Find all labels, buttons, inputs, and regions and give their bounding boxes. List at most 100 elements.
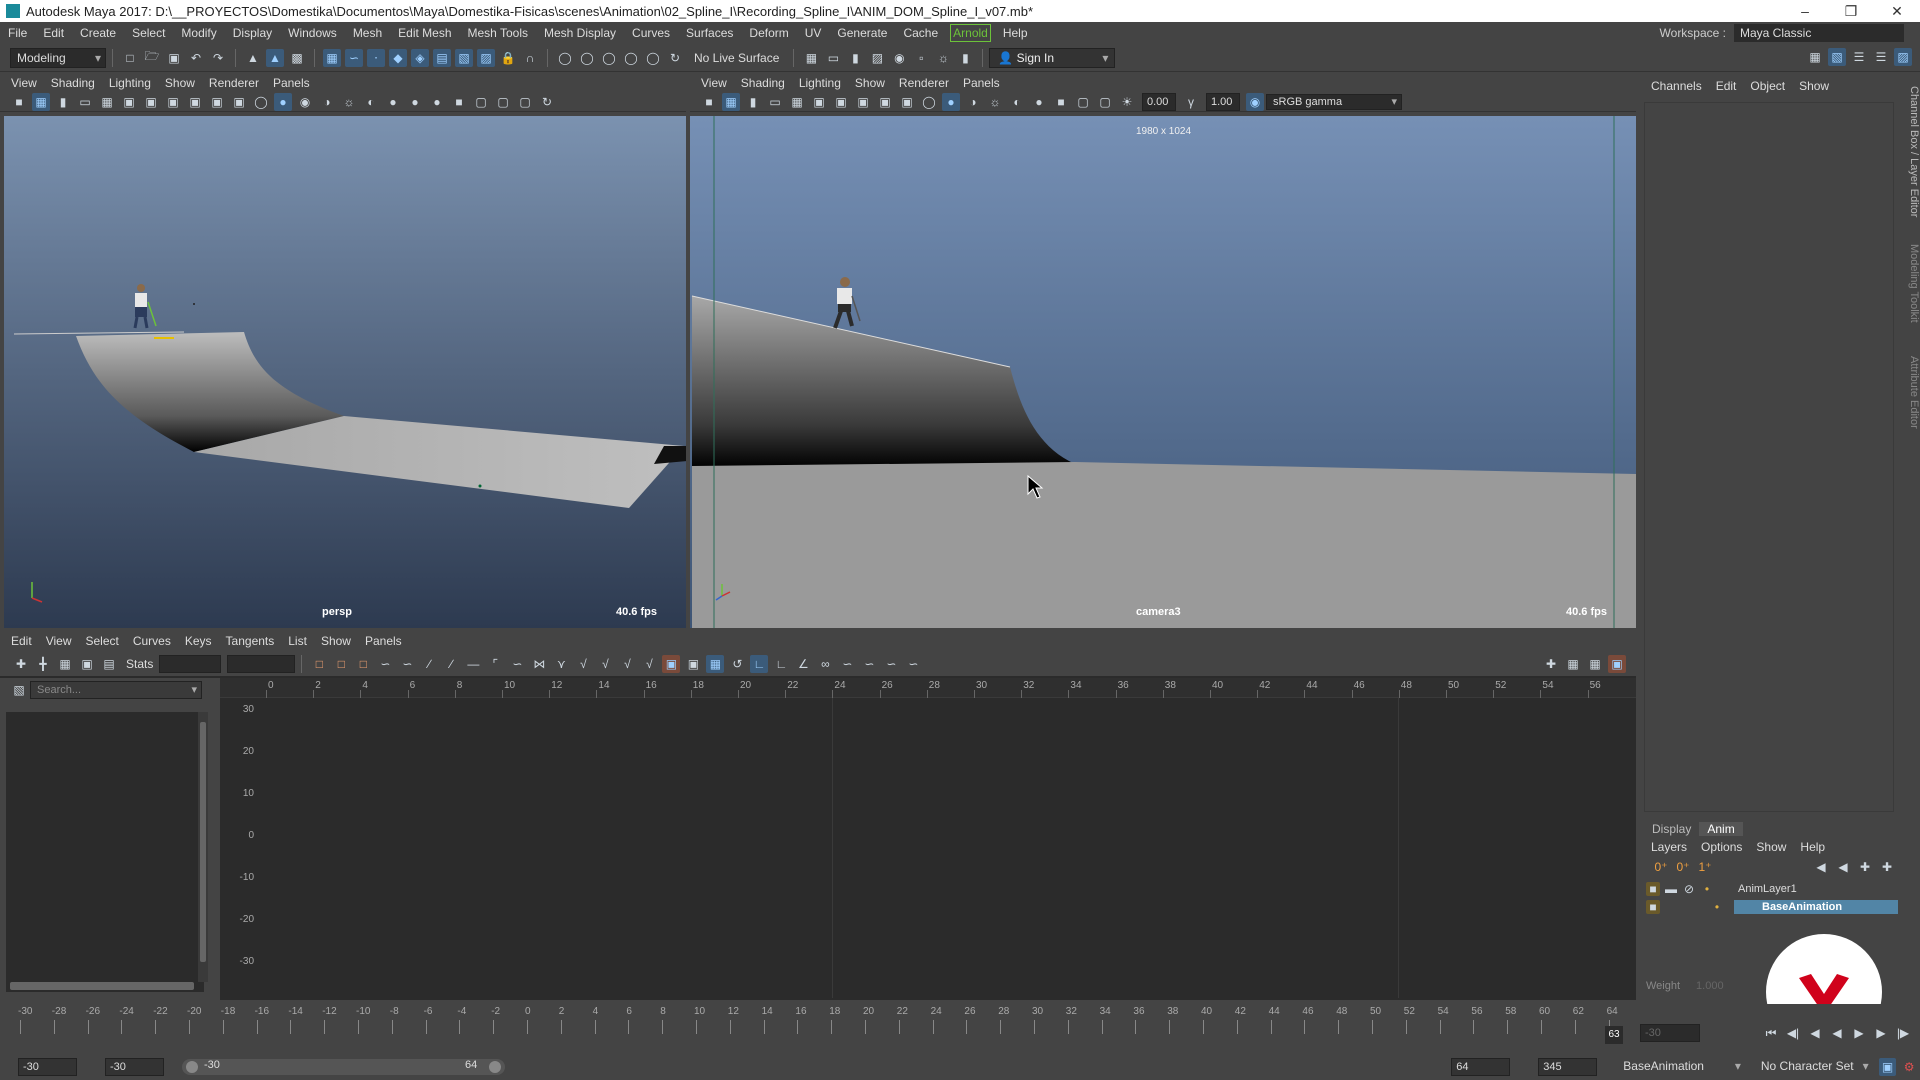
textured-icon[interactable]: ◑ xyxy=(318,93,336,111)
end-time-field[interactable]: 345 xyxy=(1538,1058,1598,1076)
oscillate-icon[interactable]: ∽ xyxy=(882,655,900,673)
menu-edit[interactable]: Edit xyxy=(35,22,72,44)
channel-menu-channels[interactable]: Channels xyxy=(1644,77,1709,95)
trax-editor-icon[interactable]: ▦ xyxy=(1564,655,1582,673)
lattice-deform-icon[interactable]: ▦ xyxy=(56,655,74,673)
viewport-menu-show[interactable]: Show xyxy=(158,74,202,92)
workspace-select[interactable]: Maya Classic xyxy=(1734,24,1904,42)
load-selected-icon[interactable]: ▣ xyxy=(684,655,702,673)
menu-deform[interactable]: Deform xyxy=(741,22,796,44)
make-live-icon[interactable]: ◯ xyxy=(644,49,662,67)
field-chart-icon[interactable]: ▣ xyxy=(186,93,204,111)
render-settings-icon[interactable]: ▦ xyxy=(802,49,820,67)
shadows-icon[interactable]: ◐ xyxy=(1008,93,1026,111)
graph-menu-tangents[interactable]: Tangents xyxy=(219,630,282,652)
ambient-occlusion-icon[interactable]: ● xyxy=(1030,93,1048,111)
save-scene-icon[interactable]: ▣ xyxy=(165,49,183,67)
xray-joints-icon[interactable]: ▢ xyxy=(494,93,512,111)
anti-aliasing-icon[interactable]: ● xyxy=(428,93,446,111)
layer-menu-help[interactable]: Help xyxy=(1793,836,1832,858)
move-layer-down-icon[interactable]: ◀ xyxy=(1834,858,1852,876)
menu-curves[interactable]: Curves xyxy=(624,22,678,44)
outliner-hscrollbar[interactable] xyxy=(10,982,194,990)
history-icon[interactable]: ▤ xyxy=(433,48,451,67)
input-ops-icon[interactable]: ▨ xyxy=(477,48,495,67)
auto-tangent-icon[interactable]: ∽ xyxy=(376,655,394,673)
graph-menu-curves[interactable]: Curves xyxy=(126,630,178,652)
image-plane-icon[interactable]: ▭ xyxy=(76,93,94,111)
film-gate-icon[interactable]: ▣ xyxy=(810,93,828,111)
viewport-camera3-canvas[interactable]: 1980 x 1024 camera3 40.6 fps xyxy=(690,116,1636,628)
bookmark-icon[interactable]: ▮ xyxy=(744,93,762,111)
mute-layer-icon[interactable]: ▬ xyxy=(1664,882,1678,896)
snap-face-icon[interactable]: ◯ xyxy=(600,49,618,67)
move-key-icon[interactable]: ✚ xyxy=(12,655,30,673)
film-gate-icon[interactable]: ▣ xyxy=(120,93,138,111)
unify-tangent-icon[interactable]: √ xyxy=(574,655,592,673)
weighted-tangent-icon[interactable]: √ xyxy=(640,655,658,673)
snap-point-icon[interactable]: ⋅ xyxy=(367,48,385,67)
select-camera-icon[interactable]: ■ xyxy=(700,93,718,111)
viewport-menu-lighting[interactable]: Lighting xyxy=(102,74,158,92)
tool-settings-toggle-icon[interactable]: ☰ xyxy=(1872,48,1890,66)
step-tangent-icon[interactable]: ⌜ xyxy=(486,655,504,673)
smooth-shade-icon[interactable]: ● xyxy=(274,92,292,111)
snap-vertex-icon[interactable]: ◯ xyxy=(556,49,574,67)
close-icon[interactable]: ✕ xyxy=(1874,0,1920,22)
anim-end-field[interactable]: 64 xyxy=(1451,1058,1511,1076)
new-scene-icon[interactable]: □ xyxy=(121,49,139,67)
restore-icon[interactable]: ❐ xyxy=(1828,0,1874,22)
retime-tool-icon[interactable]: ▤ xyxy=(100,655,118,673)
render-current-icon[interactable]: ▭ xyxy=(824,49,842,67)
layer-key-icon[interactable]: • xyxy=(1710,900,1724,914)
grid-toggle-icon[interactable]: ▦ xyxy=(98,93,116,111)
lock-icon[interactable]: 🔒 xyxy=(499,49,517,67)
pre-infinity-icon[interactable]: ∞ xyxy=(816,655,834,673)
outliner-search-input[interactable]: Search... xyxy=(30,681,202,699)
snap-grid-icon[interactable]: ▦ xyxy=(323,48,341,67)
free-weight-icon[interactable]: √ xyxy=(596,655,614,673)
construction-history-icon[interactable]: ▧ xyxy=(455,48,473,67)
select-by-component-icon[interactable]: ▩ xyxy=(288,49,306,67)
viewport-menu-view[interactable]: View xyxy=(694,74,734,92)
gate-mask-icon[interactable]: ▣ xyxy=(164,93,182,111)
menu-uv[interactable]: UV xyxy=(797,22,830,44)
tab-display[interactable]: Display xyxy=(1644,822,1699,836)
tab-anim[interactable]: Anim xyxy=(1699,822,1743,836)
color-management-icon[interactable]: ◉ xyxy=(1246,92,1264,111)
cycle-icon[interactable]: ∽ xyxy=(838,655,856,673)
open-scene-icon[interactable]: 🗁 xyxy=(143,49,161,67)
image-plane-icon[interactable]: ▭ xyxy=(766,93,784,111)
range-start-handle[interactable] xyxy=(185,1061,198,1073)
zero-key-layer-icon[interactable]: 0⁺ xyxy=(1652,858,1670,876)
viewport-menu-shading[interactable]: Shading xyxy=(734,74,792,92)
menu-mesh-tools[interactable]: Mesh Tools xyxy=(460,22,536,44)
safe-action-icon[interactable]: ▣ xyxy=(898,93,916,111)
redo-icon[interactable]: ↷ xyxy=(209,49,227,67)
menu-help[interactable]: Help xyxy=(995,22,1036,44)
channel-menu-object[interactable]: Object xyxy=(1743,77,1792,95)
snap-live-icon[interactable]: ◈ xyxy=(411,48,429,67)
viewport-menu-renderer[interactable]: Renderer xyxy=(202,74,266,92)
lock-weight-icon[interactable]: √ xyxy=(618,655,636,673)
side-tab-modeling-toolkit[interactable]: Modeling Toolkit xyxy=(1902,244,1920,334)
xray-icon[interactable]: ▢ xyxy=(472,93,490,111)
absolute-view-icon[interactable]: ∟ xyxy=(750,655,769,673)
viewport-menu-lighting[interactable]: Lighting xyxy=(792,74,848,92)
layer-row[interactable]: ■ ▬ ⊘ • AnimLayer1 xyxy=(1644,880,1898,898)
auto-key-icon[interactable]: ▣ xyxy=(1878,1058,1897,1076)
xray-active-icon[interactable]: ▢ xyxy=(516,93,534,111)
play-forwards-icon[interactable]: ▶ xyxy=(1850,1024,1868,1042)
shadows-icon[interactable]: ◐ xyxy=(362,93,380,111)
zero-key-layer-next-icon[interactable]: 0⁺ xyxy=(1674,858,1692,876)
channel-box-toggle-icon[interactable]: ▧ xyxy=(1828,48,1846,66)
flat-tangent-icon[interactable]: — xyxy=(464,655,482,673)
render-view-icon[interactable]: ▨ xyxy=(868,49,886,67)
filter-icon[interactable]: ▧ xyxy=(10,681,28,699)
gamma-icon[interactable]: γ xyxy=(1182,93,1200,111)
use-lights-icon[interactable]: ☼ xyxy=(986,93,1004,111)
current-frame-field[interactable]: -30 xyxy=(1640,1024,1700,1042)
menu-select[interactable]: Select xyxy=(124,22,173,44)
viewport-menu-shading[interactable]: Shading xyxy=(44,74,102,92)
start-time-field[interactable]: -30 xyxy=(18,1058,77,1076)
